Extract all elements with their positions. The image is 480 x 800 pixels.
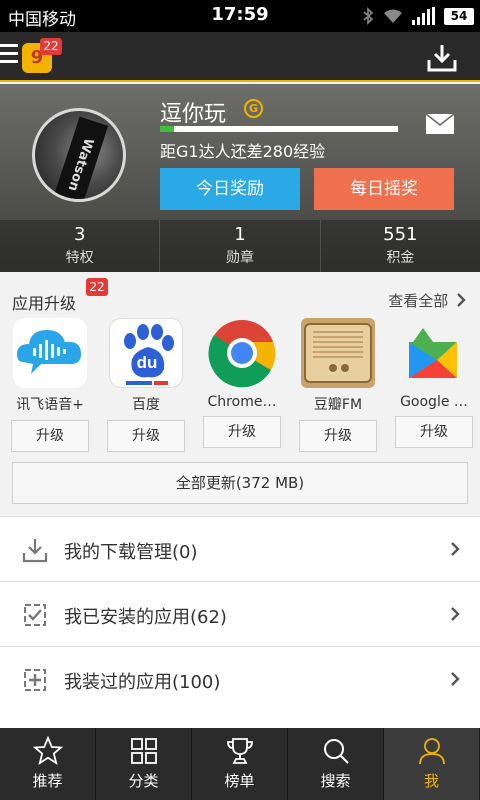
tab-label: 分类	[128, 772, 159, 790]
list-item-label: 我已安装的应用(62)	[64, 607, 227, 628]
history-apps-icon	[24, 669, 46, 691]
section-title: 应用升级	[12, 294, 77, 313]
installed-apps-icon	[24, 604, 46, 626]
google-play-icon	[397, 318, 471, 388]
menu-icon[interactable]	[0, 44, 18, 66]
stat-points[interactable]: 551 积金	[321, 220, 480, 272]
bottom-navigation: 推荐 分类 榜单 搜索 我	[0, 728, 480, 800]
app-item[interactable]: 豆瓣FM 升级	[298, 318, 378, 452]
list-item-label: 我装过的应用(100)	[64, 672, 221, 693]
stat-value: 1	[234, 224, 246, 245]
baidu-icon-text: du	[136, 353, 158, 372]
profile-header: Watson 逗你玩 G 距G1达人还差280经验 今日奖励 每日摇奖 3 特权…	[0, 84, 480, 272]
tab-search[interactable]: 搜索	[288, 728, 384, 800]
update-all-button[interactable]: 全部更新(372 MB)	[12, 462, 468, 504]
app-item[interactable]: 讯飞语音+ 升级	[10, 318, 90, 452]
stat-label: 积金	[386, 250, 415, 266]
tab-ranking[interactable]: 榜单	[192, 728, 288, 800]
app-bar: 9 22	[0, 32, 480, 82]
app-name: 豆瓣FM	[313, 397, 363, 413]
xp-text: 距G1达人还差280经验	[160, 142, 326, 161]
list-item-installed-apps[interactable]: 我已安装的应用(62)	[0, 581, 480, 646]
grid-icon	[130, 738, 157, 764]
stat-medals[interactable]: 1 勋章	[160, 220, 321, 272]
douban-fm-icon	[301, 318, 375, 388]
stat-label: 勋章	[225, 250, 254, 266]
tab-label: 榜单	[224, 772, 255, 790]
chevron-right-icon	[451, 607, 460, 621]
stat-value: 551	[383, 224, 418, 245]
upgrade-button[interactable]: 升级	[299, 420, 377, 452]
tab-label: 我	[423, 772, 439, 790]
view-all-link[interactable]: 查看全部	[388, 290, 466, 311]
status-bar: 中国移动 17:59 54	[0, 0, 480, 32]
download-manage-icon	[22, 539, 48, 563]
chevron-right-icon	[457, 293, 466, 307]
tab-category[interactable]: 分类	[96, 728, 192, 800]
user-icon	[418, 738, 445, 765]
tab-me[interactable]: 我	[384, 728, 480, 800]
iflytek-icon	[13, 318, 87, 388]
upgrade-button[interactable]: 升级	[395, 416, 473, 448]
upgrade-button[interactable]: 升级	[203, 416, 281, 448]
tab-label: 搜索	[320, 772, 351, 790]
app-management-list: 我的下载管理(0) 我已安装的应用(62) 我装过的应用(100)	[0, 516, 480, 728]
view-all-label: 查看全部	[388, 292, 449, 310]
xp-progress-fill	[160, 126, 175, 132]
level-badge: G	[244, 99, 263, 118]
bluetooth-icon	[363, 7, 374, 25]
baidu-icon: du	[109, 318, 183, 388]
app-name: Chrome…	[207, 394, 277, 410]
wifi-icon	[384, 9, 402, 23]
app-item[interactable]: Google … 升级	[394, 318, 474, 452]
signal-icon	[412, 7, 435, 25]
avatar[interactable]: Watson	[32, 108, 126, 202]
notification-badge: 22	[40, 38, 62, 55]
app-upgrade-section: 应用升级 22 查看全部 讯飞语音+ 升级 du 百度 升级 Chrome… 升…	[0, 272, 480, 516]
upgrade-count-badge: 22	[86, 278, 108, 296]
list-item-label: 我的下载管理(0)	[64, 542, 198, 563]
status-icons: 54	[362, 6, 474, 26]
star-icon	[32, 736, 63, 765]
list-item-download-manage[interactable]: 我的下载管理(0)	[0, 516, 480, 581]
app-name: 讯飞语音+	[16, 397, 84, 413]
app-name: Google …	[400, 394, 468, 410]
chrome-icon	[205, 318, 279, 388]
stat-value: 3	[73, 224, 86, 245]
app-name: 百度	[132, 397, 160, 413]
mail-icon[interactable]	[426, 114, 454, 134]
app-item[interactable]: du 百度 升级	[106, 318, 186, 452]
avatar-text: Watson	[51, 116, 109, 199]
daily-reward-button[interactable]: 今日奖励	[160, 168, 300, 210]
trophy-icon	[226, 738, 253, 764]
stat-label: 特权	[65, 250, 94, 266]
list-item-history-apps[interactable]: 我装过的应用(100)	[0, 646, 480, 711]
tab-recommend[interactable]: 推荐	[0, 728, 96, 800]
tab-label: 推荐	[32, 772, 63, 790]
upgrade-button[interactable]: 升级	[11, 420, 89, 452]
stat-privileges[interactable]: 3 特权	[0, 220, 161, 272]
upgrade-app-list: 讯飞语音+ 升级 du 百度 升级 Chrome… 升级 豆瓣FM 升级 Goo…	[10, 318, 474, 452]
username: 逗你玩	[160, 102, 227, 127]
download-icon[interactable]	[426, 42, 458, 74]
search-icon	[323, 739, 349, 764]
chevron-right-icon	[451, 542, 460, 556]
daily-lottery-button[interactable]: 每日摇奖	[314, 168, 454, 210]
app-item[interactable]: Chrome… 升级	[202, 318, 282, 452]
stats-bar: 3 特权 1 勋章 551 积金	[0, 220, 480, 272]
xp-progress-bar	[160, 126, 398, 132]
battery-icon: 54	[444, 7, 474, 25]
chevron-right-icon	[451, 672, 460, 686]
upgrade-button[interactable]: 升级	[107, 420, 185, 452]
